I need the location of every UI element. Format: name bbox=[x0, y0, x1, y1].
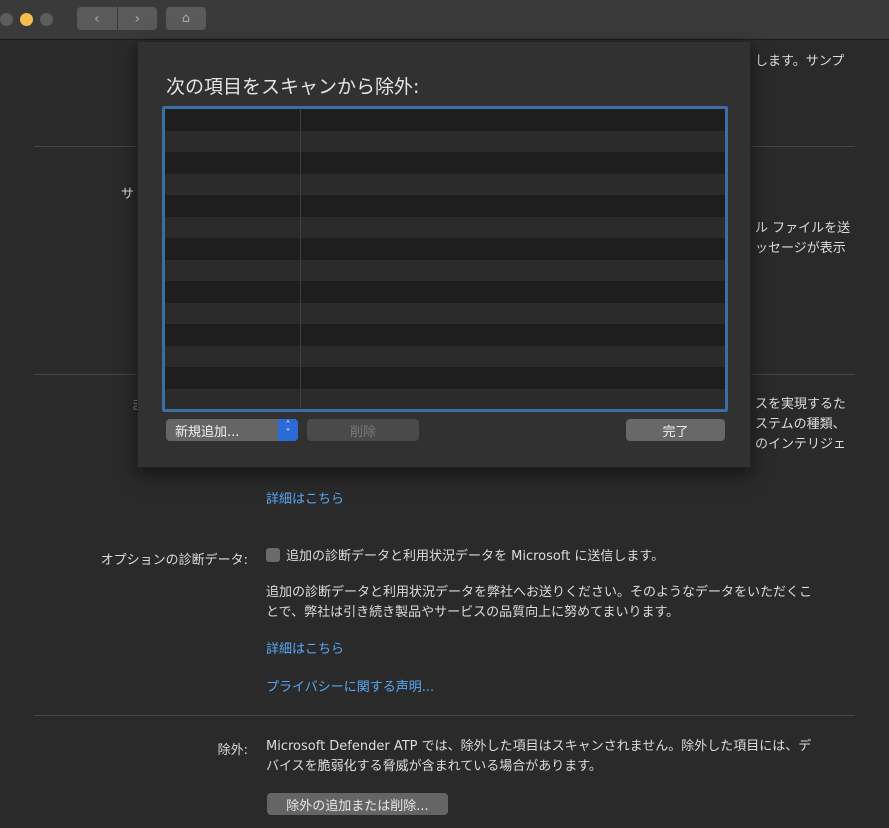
section3-text-line1: スを実現するた bbox=[755, 397, 847, 412]
close-window-button[interactable] bbox=[0, 13, 13, 26]
exclusions-label: 除外: bbox=[217, 743, 248, 758]
section3-text-line2: ステムの種類、 bbox=[755, 417, 846, 432]
exclusions-desc-line2: バイスを脆弱化する脅威が含まれている場合があります。 bbox=[266, 759, 602, 774]
privacy-statement-link[interactable]: プライバシーに関する声明... bbox=[266, 678, 434, 698]
forward-button[interactable]: › bbox=[118, 7, 158, 30]
table-row[interactable] bbox=[165, 195, 725, 217]
exclusions-table[interactable] bbox=[162, 106, 728, 412]
section2-text-line2: ッセージが表示 bbox=[755, 241, 846, 256]
section2-label-partial: サ bbox=[121, 187, 135, 202]
table-row[interactable] bbox=[165, 173, 725, 195]
table-row[interactable] bbox=[165, 302, 725, 324]
zoom-window-button[interactable] bbox=[40, 13, 53, 26]
add-new-popup-button[interactable]: 新規追加... ˄ ˅ bbox=[166, 419, 298, 441]
title-bar: ‹ › ⌂ bbox=[0, 0, 889, 40]
table-row[interactable] bbox=[165, 109, 725, 131]
exclusions-desc-line1: Microsoft Defender ATP では、除外した項目はスキャンされま… bbox=[266, 739, 812, 754]
optional-diagnostics-label: オプションの診断データ: bbox=[100, 553, 248, 568]
updown-chevron-icon: ˄ ˅ bbox=[278, 419, 298, 441]
minimize-window-button[interactable] bbox=[20, 13, 33, 26]
sheet-title: 次の項目をスキャンから除外: bbox=[166, 76, 420, 98]
optional-diagnostics-desc-line2: とで、弊社は引き続き製品やサービスの品質向上に努めてまいります。 bbox=[266, 605, 680, 620]
optional-diagnostics-checkbox-label: 追加の診断データと利用状況データを Microsoft に送信します。 bbox=[286, 549, 665, 564]
home-icon: ⌂ bbox=[181, 11, 191, 26]
learn-more-link[interactable]: 詳細はこちら bbox=[266, 640, 344, 660]
table-row[interactable] bbox=[165, 130, 725, 152]
add-new-popup-value: 新規追加... bbox=[175, 424, 240, 440]
table-row[interactable] bbox=[165, 345, 725, 367]
chevron-right-icon: › bbox=[134, 10, 141, 27]
learn-more-link[interactable]: 詳細はこちら bbox=[266, 490, 344, 510]
section3-text-line3: のインテリジェ bbox=[755, 437, 847, 452]
optional-diagnostics-checkbox[interactable] bbox=[266, 548, 280, 562]
done-button[interactable]: 完了 bbox=[626, 419, 725, 441]
table-row[interactable] bbox=[165, 367, 725, 389]
back-button[interactable]: ‹ bbox=[77, 7, 118, 30]
exclusions-sheet: 次の項目をスキャンから除外: 新規追加... ˄ ˅ 削除 完了 bbox=[137, 41, 751, 468]
section1-partial-text: します。サンプ bbox=[755, 54, 845, 69]
table-row[interactable] bbox=[165, 388, 725, 409]
chevron-left-icon: ‹ bbox=[93, 10, 100, 27]
column-divider[interactable] bbox=[300, 109, 301, 409]
navigation-group: ‹ › bbox=[77, 7, 157, 30]
section2-text-line1: ル ファイルを送 bbox=[755, 221, 851, 236]
table-row[interactable] bbox=[165, 216, 725, 238]
optional-diagnostics-checkbox-row: 追加の診断データと利用状況データを Microsoft に送信します。 bbox=[266, 547, 664, 567]
add-remove-exclusions-button[interactable]: 除外の追加または削除... bbox=[267, 793, 448, 815]
delete-button[interactable]: 削除 bbox=[307, 419, 419, 441]
optional-diagnostics-desc-line1: 追加の診断データと利用状況データを弊社へお送りください。そのようなデータをいただ… bbox=[266, 585, 813, 600]
table-row[interactable] bbox=[165, 152, 725, 174]
table-row[interactable] bbox=[165, 281, 725, 303]
table-row[interactable] bbox=[165, 238, 725, 260]
home-button[interactable]: ⌂ bbox=[166, 7, 206, 30]
table-row[interactable] bbox=[165, 324, 725, 346]
table-row[interactable] bbox=[165, 259, 725, 281]
divider bbox=[34, 715, 855, 716]
